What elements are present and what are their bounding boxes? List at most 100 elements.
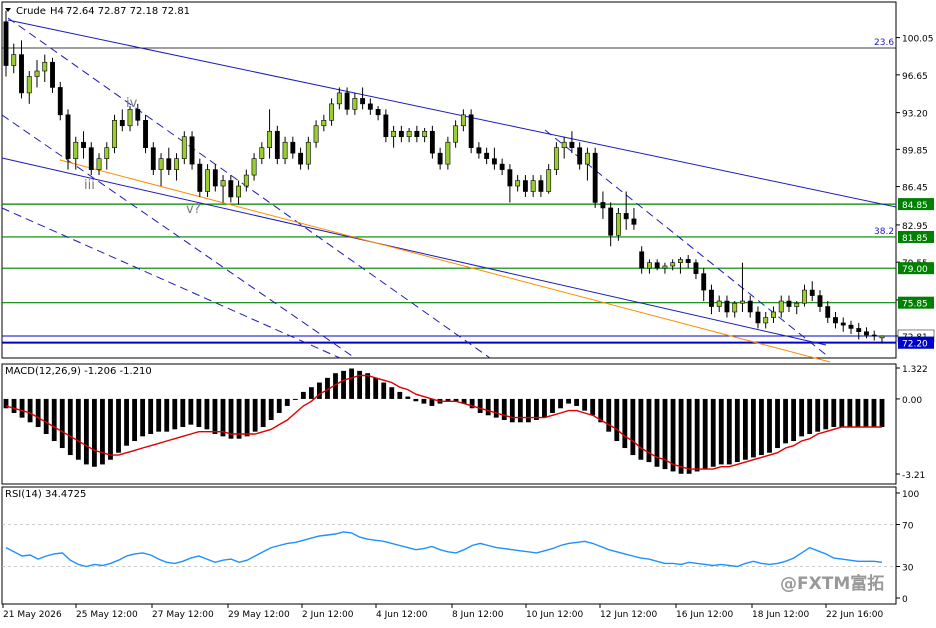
macd-histogram-bar	[509, 398, 515, 423]
macd-histogram-bar	[614, 398, 620, 442]
macd-histogram-bar	[284, 398, 290, 406]
macd-histogram-bar	[19, 398, 25, 418]
candle-body	[336, 92, 342, 105]
candle-body	[189, 136, 195, 165]
level-tag-label: 75.85	[902, 300, 928, 310]
candle-body	[771, 311, 776, 318]
macd-histogram-bar	[678, 398, 684, 474]
macd-histogram-bar	[686, 398, 692, 474]
candle-body	[181, 136, 187, 159]
macd-histogram-bar	[863, 398, 869, 427]
level-tag-label: 72.20	[902, 340, 928, 350]
macd-histogram-bar	[542, 398, 547, 418]
macd-histogram-bar	[485, 398, 491, 416]
candle-body	[437, 152, 443, 165]
candle-body	[422, 130, 428, 138]
rsi-axis-label: 30	[902, 564, 914, 574]
candle-body	[19, 54, 24, 94]
macd-histogram-bar	[574, 398, 580, 406]
candle-body	[623, 213, 629, 220]
macd-histogram-bar	[670, 398, 676, 472]
rsi-axis-label: 100	[902, 490, 919, 500]
macd-histogram-bar	[871, 398, 877, 427]
time-axis-label: 25 May 12:00	[76, 610, 138, 620]
candle-body	[391, 130, 397, 138]
macd-histogram-bar	[638, 398, 644, 460]
candle-body	[174, 158, 179, 170]
candle-body	[802, 289, 807, 304]
header-timeframe: H4	[50, 6, 64, 17]
wave-label-iv: iv	[126, 96, 138, 111]
candle-body	[329, 103, 335, 121]
candle-body	[530, 180, 536, 192]
candle-body	[817, 295, 823, 307]
macd-histogram-bar	[823, 398, 829, 430]
candle-body	[577, 147, 583, 165]
candle-body	[561, 141, 567, 148]
macd-histogram-bar	[767, 398, 772, 453]
candle-body	[313, 125, 319, 143]
candle-body	[840, 322, 846, 326]
candle-body	[484, 152, 490, 159]
wave-label-v: v?	[186, 202, 201, 217]
macd-histogram-bar	[43, 398, 49, 435]
candle-body	[34, 70, 40, 77]
chart-root: 23.6 38.2 iv iii v? 100.05 96.65 93.20 89.85 86.…	[0, 0, 936, 624]
macd-title: MACD(12,26,9) -1.206 -1.210	[5, 366, 152, 377]
time-axis-label: 2 Jun 12:00	[302, 610, 354, 620]
candle-body	[476, 147, 482, 154]
macd-histogram-bar	[188, 398, 194, 425]
macd-histogram-bar	[734, 398, 740, 463]
macd-histogram-bar	[855, 398, 861, 427]
macd-histogram-bar	[622, 398, 628, 449]
macd-histogram-bar	[606, 398, 612, 432]
candle-body	[538, 180, 544, 192]
candle-body	[50, 61, 55, 88]
time-axis-label: 18 Jun 12:00	[752, 610, 809, 620]
candle-body	[429, 130, 435, 154]
macd-histogram-bar	[742, 398, 748, 460]
candle-body	[809, 289, 815, 296]
macd-histogram-bar	[477, 398, 483, 413]
macd-histogram-bar	[493, 398, 499, 418]
macd-histogram-bar	[260, 398, 266, 427]
candle-body	[11, 54, 17, 66]
candle-body	[143, 120, 148, 148]
level-tag-label: 84.85	[902, 201, 928, 211]
macd-histogram-bar	[27, 398, 33, 423]
macd-histogram-bar	[124, 398, 129, 446]
candle-body	[499, 163, 505, 170]
candle-body	[732, 302, 738, 313]
candle-body	[678, 259, 683, 264]
candle-body	[205, 169, 210, 192]
candle-body	[282, 141, 288, 159]
macd-histogram-bar	[831, 398, 837, 427]
macd-histogram-bar	[204, 398, 210, 430]
candle-body	[344, 92, 350, 110]
macd-histogram-bar	[421, 398, 427, 404]
candle-body	[716, 300, 722, 307]
macd-histogram-bar	[108, 398, 113, 460]
candle-body	[360, 98, 366, 105]
candle-body	[693, 262, 699, 274]
candle-body	[709, 289, 714, 307]
macd-histogram-bar	[236, 398, 242, 439]
macd-histogram-bar	[847, 398, 853, 427]
price-axis-label: 89.85	[902, 146, 928, 156]
candle-body	[515, 180, 521, 187]
candle-body	[670, 262, 676, 267]
candle-body	[453, 125, 459, 143]
time-axis-label: 21 May 2026	[3, 610, 62, 620]
candle-body	[786, 300, 792, 307]
fxtm-watermark: @FXTM富拓	[780, 573, 884, 594]
candle-body	[701, 273, 707, 291]
candle-body	[104, 147, 110, 159]
candle-body	[747, 300, 753, 313]
candle-body	[631, 218, 637, 225]
candle-body	[112, 120, 117, 148]
candle-body	[615, 213, 621, 236]
candle-body	[848, 324, 854, 329]
candle-body	[236, 185, 241, 198]
candle-body	[414, 130, 420, 138]
candle-body	[127, 109, 133, 127]
